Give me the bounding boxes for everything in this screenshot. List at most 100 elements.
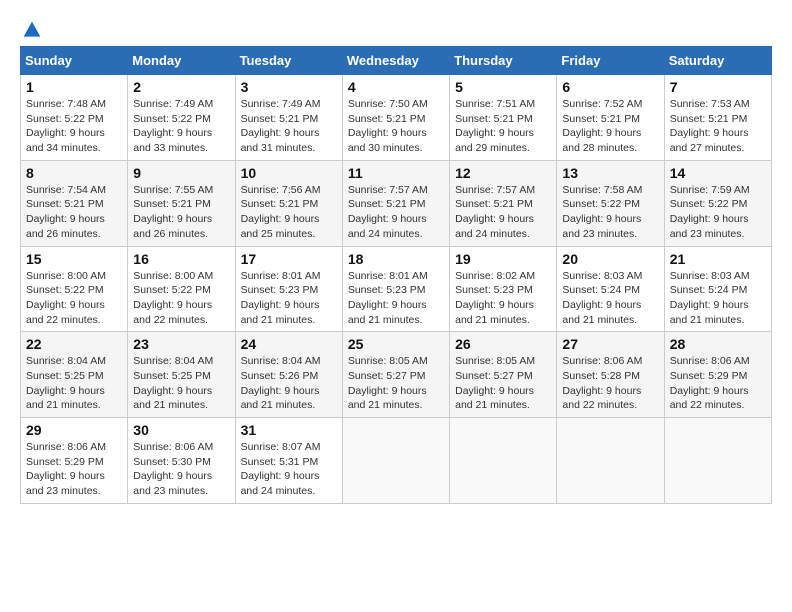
day-info: Sunrise: 8:06 AM Sunset: 5:30 PM Dayligh… (133, 440, 229, 499)
weekday-header-wednesday: Wednesday (342, 47, 449, 75)
weekday-header-row: SundayMondayTuesdayWednesdayThursdayFrid… (21, 47, 772, 75)
day-info: Sunrise: 7:57 AM Sunset: 5:21 PM Dayligh… (455, 183, 551, 242)
day-info: Sunrise: 8:00 AM Sunset: 5:22 PM Dayligh… (133, 269, 229, 328)
day-number: 7 (670, 79, 766, 95)
day-number: 16 (133, 251, 229, 267)
day-number: 21 (670, 251, 766, 267)
day-info: Sunrise: 8:03 AM Sunset: 5:24 PM Dayligh… (670, 269, 766, 328)
calendar-cell: 4 Sunrise: 7:50 AM Sunset: 5:21 PM Dayli… (342, 75, 449, 161)
calendar-week-row: 22 Sunrise: 8:04 AM Sunset: 5:25 PM Dayl… (21, 332, 772, 418)
calendar-cell: 28 Sunrise: 8:06 AM Sunset: 5:29 PM Dayl… (664, 332, 771, 418)
day-info: Sunrise: 7:56 AM Sunset: 5:21 PM Dayligh… (241, 183, 337, 242)
day-number: 22 (26, 336, 122, 352)
day-number: 17 (241, 251, 337, 267)
calendar-cell: 25 Sunrise: 8:05 AM Sunset: 5:27 PM Dayl… (342, 332, 449, 418)
page-header (20, 20, 772, 36)
day-info: Sunrise: 8:03 AM Sunset: 5:24 PM Dayligh… (562, 269, 658, 328)
day-info: Sunrise: 7:51 AM Sunset: 5:21 PM Dayligh… (455, 97, 551, 156)
calendar-cell: 8 Sunrise: 7:54 AM Sunset: 5:21 PM Dayli… (21, 160, 128, 246)
calendar-cell (342, 418, 449, 504)
day-info: Sunrise: 8:05 AM Sunset: 5:27 PM Dayligh… (455, 354, 551, 413)
day-number: 29 (26, 422, 122, 438)
day-info: Sunrise: 8:06 AM Sunset: 5:29 PM Dayligh… (670, 354, 766, 413)
logo-icon (22, 20, 42, 40)
calendar-cell (450, 418, 557, 504)
calendar-cell: 18 Sunrise: 8:01 AM Sunset: 5:23 PM Dayl… (342, 246, 449, 332)
day-number: 20 (562, 251, 658, 267)
day-info: Sunrise: 8:04 AM Sunset: 5:26 PM Dayligh… (241, 354, 337, 413)
weekday-header-friday: Friday (557, 47, 664, 75)
calendar-cell: 13 Sunrise: 7:58 AM Sunset: 5:22 PM Dayl… (557, 160, 664, 246)
day-number: 26 (455, 336, 551, 352)
calendar-cell: 6 Sunrise: 7:52 AM Sunset: 5:21 PM Dayli… (557, 75, 664, 161)
calendar-cell: 9 Sunrise: 7:55 AM Sunset: 5:21 PM Dayli… (128, 160, 235, 246)
day-number: 24 (241, 336, 337, 352)
day-number: 9 (133, 165, 229, 181)
weekday-header-sunday: Sunday (21, 47, 128, 75)
day-number: 12 (455, 165, 551, 181)
day-info: Sunrise: 8:04 AM Sunset: 5:25 PM Dayligh… (26, 354, 122, 413)
day-number: 1 (26, 79, 122, 95)
calendar-week-row: 15 Sunrise: 8:00 AM Sunset: 5:22 PM Dayl… (21, 246, 772, 332)
day-number: 23 (133, 336, 229, 352)
day-info: Sunrise: 7:49 AM Sunset: 5:21 PM Dayligh… (241, 97, 337, 156)
day-info: Sunrise: 8:05 AM Sunset: 5:27 PM Dayligh… (348, 354, 444, 413)
calendar-cell: 16 Sunrise: 8:00 AM Sunset: 5:22 PM Dayl… (128, 246, 235, 332)
day-info: Sunrise: 7:52 AM Sunset: 5:21 PM Dayligh… (562, 97, 658, 156)
day-number: 27 (562, 336, 658, 352)
day-number: 25 (348, 336, 444, 352)
day-number: 19 (455, 251, 551, 267)
weekday-header-thursday: Thursday (450, 47, 557, 75)
day-info: Sunrise: 8:06 AM Sunset: 5:29 PM Dayligh… (26, 440, 122, 499)
day-info: Sunrise: 8:01 AM Sunset: 5:23 PM Dayligh… (241, 269, 337, 328)
calendar-cell: 24 Sunrise: 8:04 AM Sunset: 5:26 PM Dayl… (235, 332, 342, 418)
calendar-week-row: 29 Sunrise: 8:06 AM Sunset: 5:29 PM Dayl… (21, 418, 772, 504)
calendar-cell: 10 Sunrise: 7:56 AM Sunset: 5:21 PM Dayl… (235, 160, 342, 246)
day-number: 28 (670, 336, 766, 352)
weekday-header-tuesday: Tuesday (235, 47, 342, 75)
day-number: 18 (348, 251, 444, 267)
day-info: Sunrise: 8:04 AM Sunset: 5:25 PM Dayligh… (133, 354, 229, 413)
day-info: Sunrise: 7:53 AM Sunset: 5:21 PM Dayligh… (670, 97, 766, 156)
day-number: 15 (26, 251, 122, 267)
day-number: 3 (241, 79, 337, 95)
day-info: Sunrise: 7:54 AM Sunset: 5:21 PM Dayligh… (26, 183, 122, 242)
day-number: 4 (348, 79, 444, 95)
weekday-header-saturday: Saturday (664, 47, 771, 75)
calendar-cell: 19 Sunrise: 8:02 AM Sunset: 5:23 PM Dayl… (450, 246, 557, 332)
day-number: 13 (562, 165, 658, 181)
calendar-cell: 30 Sunrise: 8:06 AM Sunset: 5:30 PM Dayl… (128, 418, 235, 504)
day-info: Sunrise: 7:55 AM Sunset: 5:21 PM Dayligh… (133, 183, 229, 242)
logo (20, 20, 42, 36)
day-number: 6 (562, 79, 658, 95)
calendar-cell: 11 Sunrise: 7:57 AM Sunset: 5:21 PM Dayl… (342, 160, 449, 246)
day-info: Sunrise: 8:02 AM Sunset: 5:23 PM Dayligh… (455, 269, 551, 328)
day-info: Sunrise: 7:49 AM Sunset: 5:22 PM Dayligh… (133, 97, 229, 156)
day-info: Sunrise: 7:59 AM Sunset: 5:22 PM Dayligh… (670, 183, 766, 242)
day-info: Sunrise: 8:06 AM Sunset: 5:28 PM Dayligh… (562, 354, 658, 413)
weekday-header-monday: Monday (128, 47, 235, 75)
calendar-cell: 20 Sunrise: 8:03 AM Sunset: 5:24 PM Dayl… (557, 246, 664, 332)
calendar-cell: 3 Sunrise: 7:49 AM Sunset: 5:21 PM Dayli… (235, 75, 342, 161)
calendar-cell (664, 418, 771, 504)
calendar-cell: 29 Sunrise: 8:06 AM Sunset: 5:29 PM Dayl… (21, 418, 128, 504)
calendar-table: SundayMondayTuesdayWednesdayThursdayFrid… (20, 46, 772, 504)
day-number: 14 (670, 165, 766, 181)
day-info: Sunrise: 8:00 AM Sunset: 5:22 PM Dayligh… (26, 269, 122, 328)
day-number: 8 (26, 165, 122, 181)
day-info: Sunrise: 7:58 AM Sunset: 5:22 PM Dayligh… (562, 183, 658, 242)
calendar-cell: 5 Sunrise: 7:51 AM Sunset: 5:21 PM Dayli… (450, 75, 557, 161)
day-info: Sunrise: 7:57 AM Sunset: 5:21 PM Dayligh… (348, 183, 444, 242)
day-number: 31 (241, 422, 337, 438)
day-number: 30 (133, 422, 229, 438)
calendar-cell: 26 Sunrise: 8:05 AM Sunset: 5:27 PM Dayl… (450, 332, 557, 418)
calendar-cell: 1 Sunrise: 7:48 AM Sunset: 5:22 PM Dayli… (21, 75, 128, 161)
day-number: 2 (133, 79, 229, 95)
day-info: Sunrise: 7:50 AM Sunset: 5:21 PM Dayligh… (348, 97, 444, 156)
calendar-cell: 22 Sunrise: 8:04 AM Sunset: 5:25 PM Dayl… (21, 332, 128, 418)
calendar-cell: 15 Sunrise: 8:00 AM Sunset: 5:22 PM Dayl… (21, 246, 128, 332)
calendar-cell: 12 Sunrise: 7:57 AM Sunset: 5:21 PM Dayl… (450, 160, 557, 246)
day-info: Sunrise: 8:01 AM Sunset: 5:23 PM Dayligh… (348, 269, 444, 328)
calendar-cell: 23 Sunrise: 8:04 AM Sunset: 5:25 PM Dayl… (128, 332, 235, 418)
calendar-cell: 27 Sunrise: 8:06 AM Sunset: 5:28 PM Dayl… (557, 332, 664, 418)
